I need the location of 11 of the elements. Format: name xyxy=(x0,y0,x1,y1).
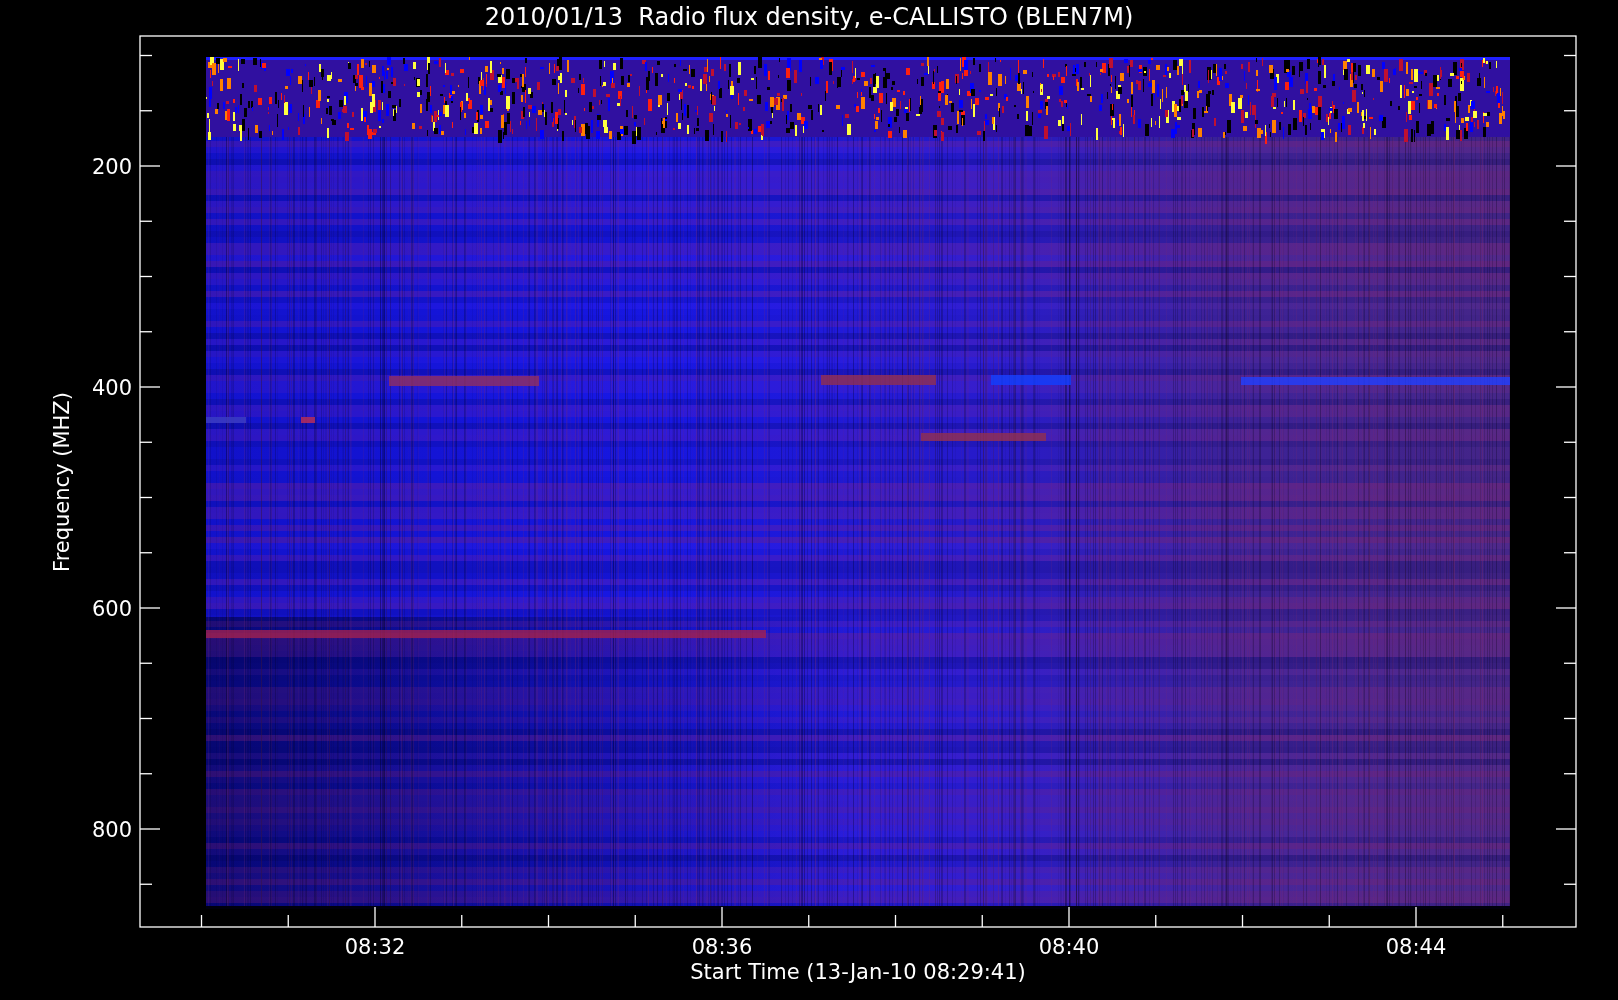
y-axis-label: Frequency (MHZ) xyxy=(50,392,74,572)
x-tick-label: 08:32 xyxy=(344,935,406,959)
y-tick-label: 800 xyxy=(91,818,132,842)
x-tick-label: 08:44 xyxy=(1385,935,1447,959)
y-tick-label: 200 xyxy=(91,155,132,179)
x-axis-label: Start Time (13-Jan-10 08:29:41) xyxy=(690,960,1026,984)
chart-title: 2010/01/13 Radio flux density, e-CALLISTO (BLEN7M) xyxy=(484,3,1134,31)
x-tick-label: 08:36 xyxy=(691,935,753,959)
x-tick-label: 08:40 xyxy=(1038,935,1100,959)
y-tick-label: 600 xyxy=(91,597,132,621)
y-tick-label: 400 xyxy=(91,376,132,400)
